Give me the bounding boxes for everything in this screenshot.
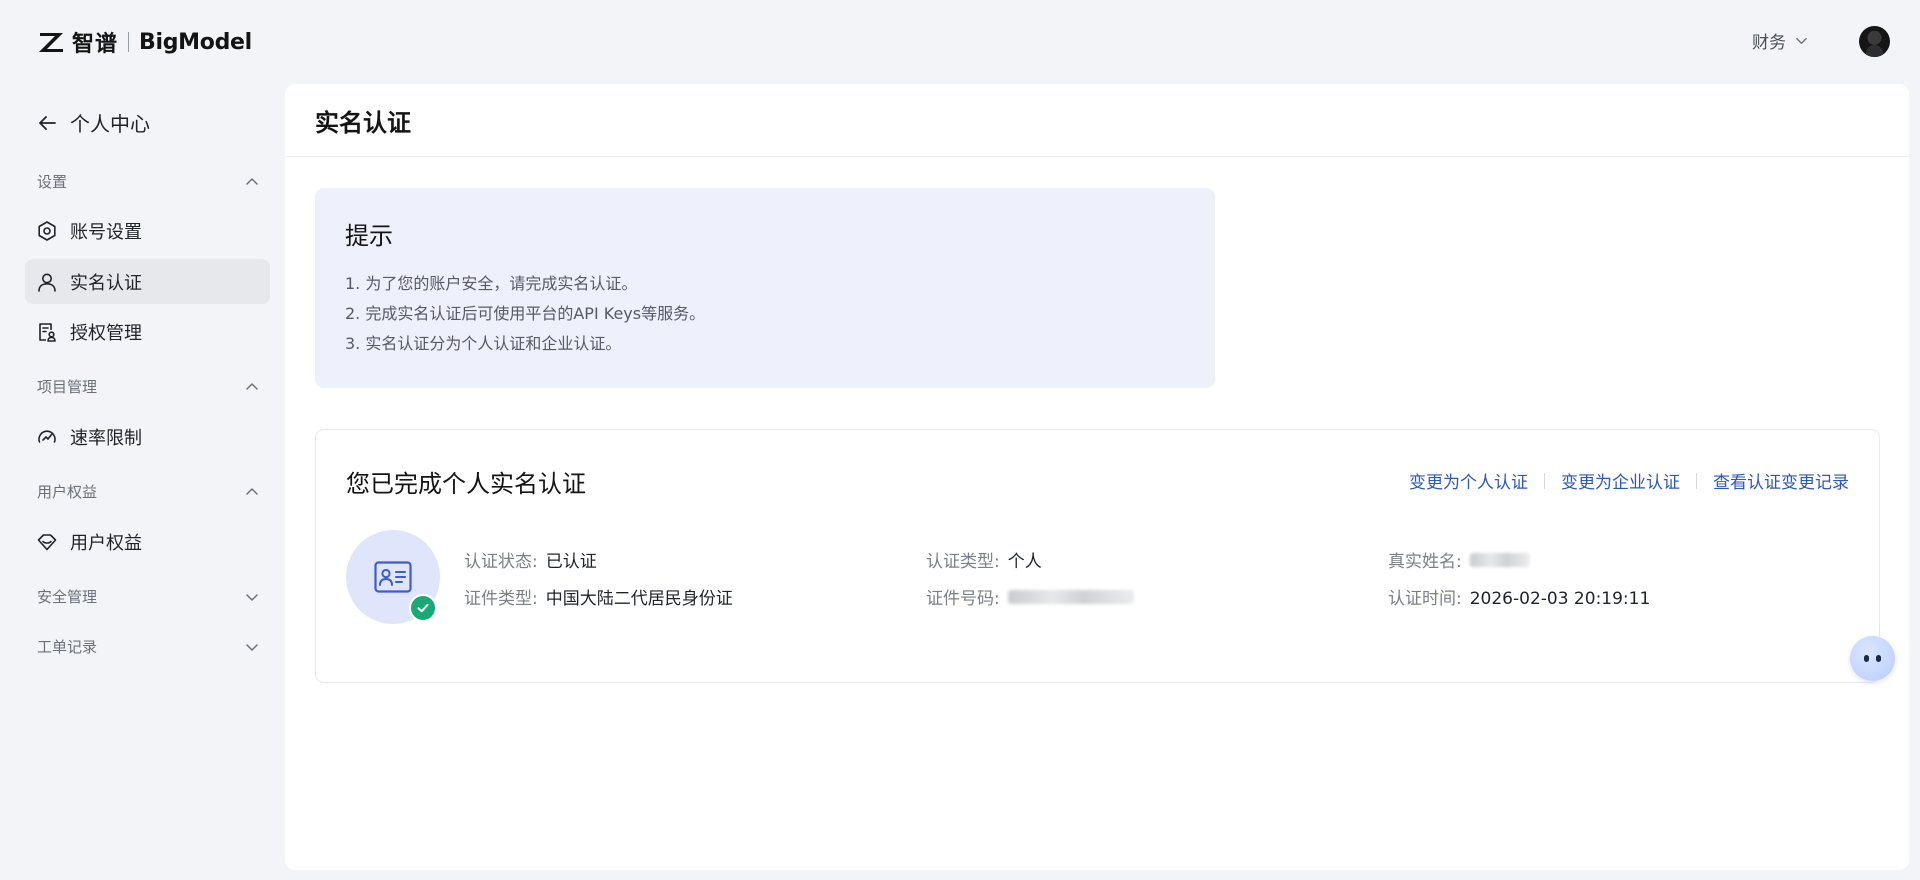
main-panel: 实名认证 提示 1. 为了您的账户安全，请完成实名认证。 2. 完成实名认证后可…: [285, 84, 1909, 870]
check-icon: [417, 603, 429, 613]
sidebar-group-label: 安全管理: [37, 588, 98, 606]
auth-type-field: 认证类型: 个人: [926, 547, 1042, 572]
sidebar-group-security[interactable]: 安全管理: [37, 586, 259, 607]
settings-icon: [38, 220, 56, 241]
back-to-personal-center[interactable]: 个人中心: [36, 108, 150, 137]
arrow-left-icon: [39, 115, 56, 130]
doc-type-field: 证件类型: 中国大陆二代居民身份证: [464, 584, 733, 609]
top-bar: 智谱 BigModel 财务: [0, 0, 1920, 84]
field-label: 认证时间: [1388, 589, 1456, 609]
tip-box: 提示 1. 为了您的账户安全，请完成实名认证。 2. 完成实名认证后可使用平台的…: [315, 188, 1215, 388]
field-label: 证件类型: [464, 589, 532, 609]
page-title: 实名认证: [315, 108, 411, 137]
sidebar-item-label: 授权管理: [70, 322, 142, 344]
user-icon: [38, 273, 56, 292]
sidebar-group-user-benefits[interactable]: 用户权益: [37, 481, 259, 502]
certification-actions: 变更为个人认证 变更为企业认证 查看认证变更记录: [1409, 468, 1849, 493]
tip-line: 3. 实名认证分为个人认证和企业认证。: [345, 334, 622, 353]
field-label: 证件号码: [926, 589, 994, 609]
field-value: 中国大陆二代居民身份证: [545, 589, 733, 609]
benefits-icon: [37, 533, 57, 550]
field-value: 2026-02-03 20:19:11: [1469, 589, 1651, 609]
auth-time-field: 认证时间: 2026-02-03 20:19:11: [1388, 584, 1650, 609]
field-label: 真实姓名: [1388, 552, 1456, 572]
finance-menu-label: 财务: [1752, 33, 1786, 53]
bot-eye-icon: [1876, 655, 1881, 662]
brand-divider: [128, 32, 130, 52]
sidebar-item-authorization[interactable]: 授权管理: [25, 309, 270, 354]
sidebar-group-label: 项目管理: [37, 378, 98, 396]
user-avatar[interactable]: [1859, 26, 1890, 57]
sidebar-item-label: 账号设置: [70, 221, 142, 243]
switch-to-personal-link[interactable]: 变更为个人认证: [1409, 468, 1528, 493]
field-label: 认证状态: [464, 552, 532, 572]
verified-check-icon: [409, 594, 437, 622]
action-divider: [1696, 472, 1697, 489]
sidebar-group-label: 工单记录: [37, 638, 98, 656]
sidebar-group-label: 设置: [37, 173, 68, 191]
speedometer-icon: [38, 429, 56, 443]
sidebar-group-tickets[interactable]: 工单记录: [37, 636, 259, 657]
tip-line: 1. 为了您的账户安全，请完成实名认证。: [345, 274, 638, 293]
authorization-icon: [39, 322, 56, 342]
chevron-down-icon: [246, 643, 258, 651]
sidebar-item-real-name-auth[interactable]: 实名认证: [25, 259, 270, 304]
finance-menu[interactable]: 财务: [1752, 28, 1809, 53]
chevron-down-icon: [1796, 37, 1807, 45]
brand-name-cn: 智谱: [72, 32, 119, 57]
sidebar-item-rate-limit[interactable]: 速率限制: [25, 414, 270, 459]
sidebar-item-label: 用户权益: [70, 532, 142, 554]
bot-eye-icon: [1864, 655, 1869, 662]
doc-number-field: 证件号码:: [926, 584, 1134, 609]
sidebar-item-user-benefits[interactable]: 用户权益: [25, 519, 270, 564]
back-label: 个人中心: [70, 112, 150, 136]
tip-line: 2. 完成实名认证后可使用平台的API Keys等服务。: [345, 304, 706, 323]
chevron-down-icon: [246, 593, 258, 601]
field-label: 认证类型: [926, 552, 994, 572]
redacted-name: [1469, 553, 1530, 567]
action-divider: [1544, 472, 1545, 489]
sidebar-item-label: 速率限制: [70, 427, 142, 449]
field-value: 已认证: [545, 552, 597, 572]
page-header: 实名认证: [285, 84, 1909, 157]
sidebar-group-settings[interactable]: 设置: [37, 171, 259, 192]
switch-to-enterprise-link[interactable]: 变更为企业认证: [1561, 468, 1680, 493]
sidebar-item-label: 实名认证: [70, 272, 142, 294]
redacted-doc-number: [1007, 590, 1134, 604]
sidebar: 个人中心 设置 账号设置 实名认证 授权管理 项目管理 速率限制 用户权益 用户…: [0, 84, 285, 880]
id-card-badge: [346, 530, 440, 624]
field-value: 个人: [1007, 552, 1042, 572]
id-card-icon: [374, 561, 412, 593]
chevron-up-icon: [246, 177, 258, 185]
certification-status-title: 您已完成个人实名认证: [346, 470, 586, 498]
sidebar-group-label: 用户权益: [37, 483, 98, 501]
brand-name-en: BigModel: [139, 29, 252, 55]
sidebar-group-project-management[interactable]: 项目管理: [37, 376, 259, 397]
zhipu-logo-icon: [39, 33, 63, 52]
sidebar-item-account-settings[interactable]: 账号设置: [25, 208, 270, 253]
real-name-field: 真实姓名:: [1388, 547, 1530, 572]
chevron-up-icon: [246, 382, 258, 390]
auth-status-field: 认证状态: 已认证: [464, 547, 597, 572]
assistant-bot-button[interactable]: [1850, 636, 1895, 681]
view-change-history-link[interactable]: 查看认证变更记录: [1713, 468, 1849, 493]
brand-logo[interactable]: 智谱 BigModel: [38, 27, 252, 57]
certification-card: 您已完成个人实名认证 变更为个人认证 变更为企业认证 查看认证变更记录 认证状态…: [315, 429, 1880, 683]
chevron-up-icon: [246, 487, 258, 495]
tip-title: 提示: [345, 222, 393, 250]
